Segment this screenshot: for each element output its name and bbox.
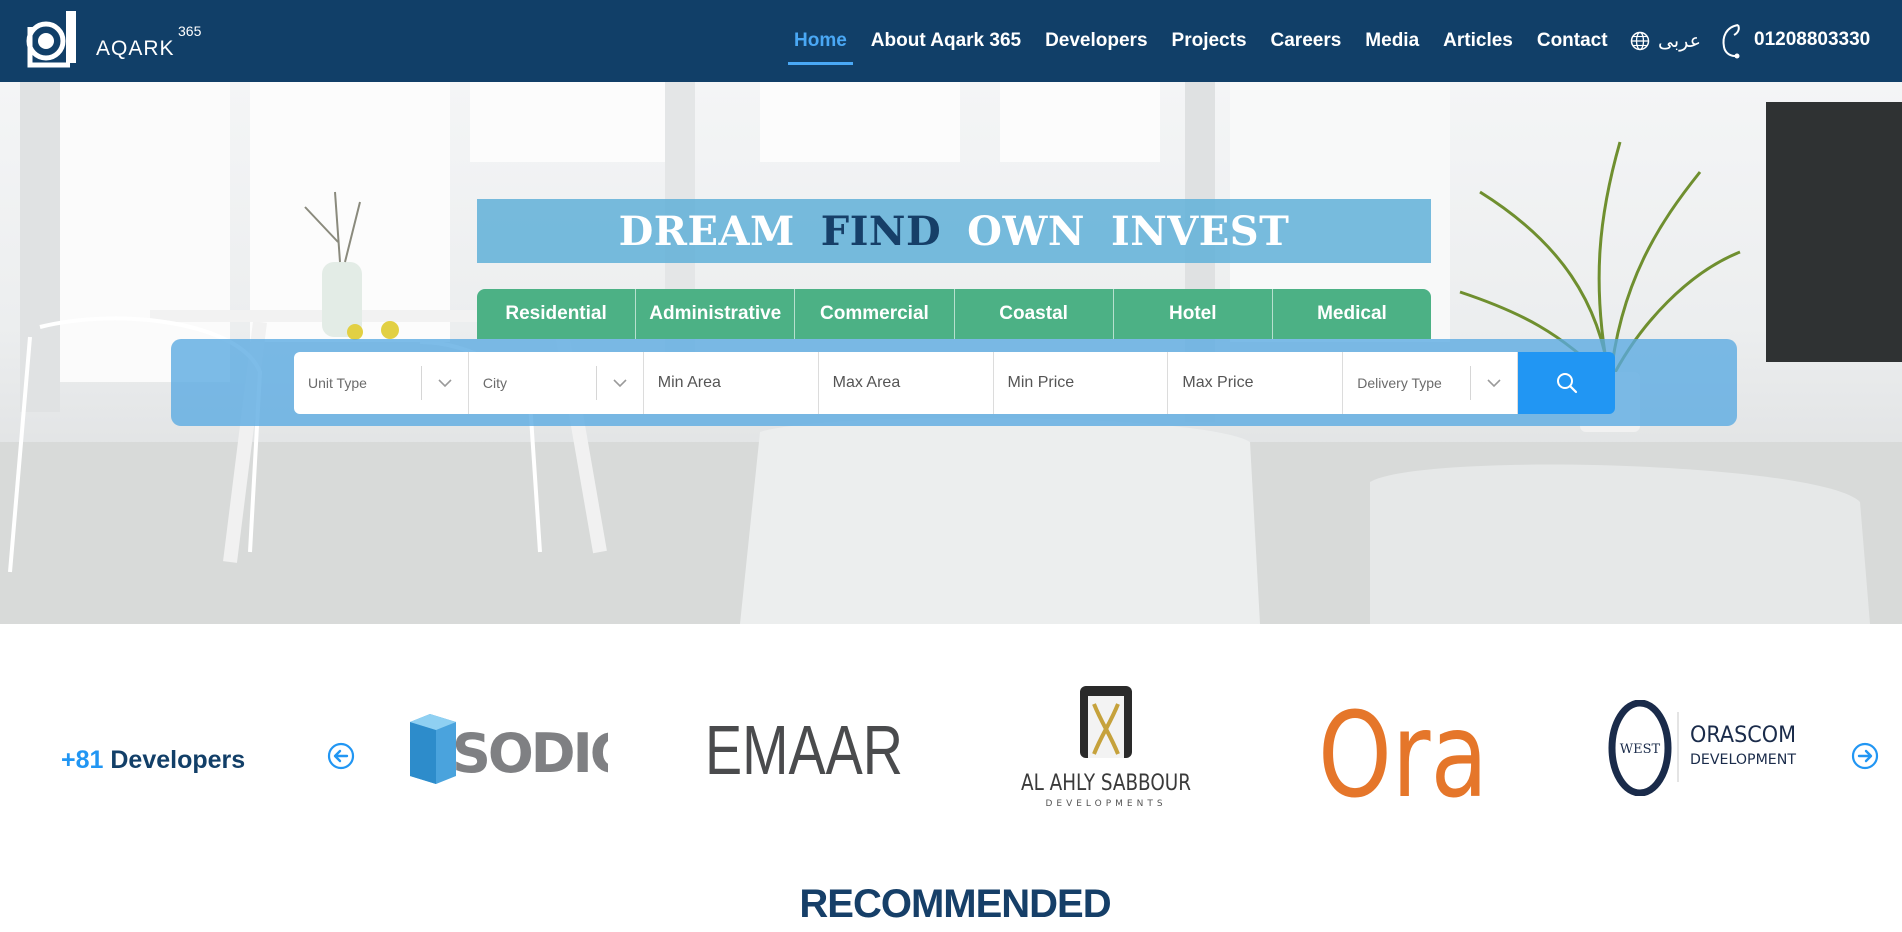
site-logo[interactable]: AQARK 365 xyxy=(24,7,214,71)
navbar: AQARK 365 Home About Aqark 365 Developer… xyxy=(0,0,1902,82)
delivery-type-select[interactable]: Delivery Type xyxy=(1343,352,1519,414)
city-select[interactable]: City xyxy=(468,352,644,414)
chevron-down-icon xyxy=(613,379,627,388)
al-ahly-sabbour-logo[interactable]: AL AHLY SABBOUR DEVELOPMENTS xyxy=(1018,684,1194,812)
orascom-development-text: DEVELOPMENT xyxy=(1690,752,1796,768)
tab-residential[interactable]: Residential xyxy=(477,289,637,339)
tab-commercial[interactable]: Commercial xyxy=(795,289,955,339)
nav-articles[interactable]: Articles xyxy=(1431,0,1525,82)
orascom-name-text: ORASCOM xyxy=(1690,723,1796,748)
headset-icon xyxy=(1722,24,1740,59)
hero-banner: DREAM FIND OWN INVEST xyxy=(477,199,1431,263)
select-separator xyxy=(420,366,422,400)
category-tabs: Residential Administrative Commercial Co… xyxy=(477,289,1431,339)
select-separator xyxy=(595,366,597,400)
logo-superscript: 365 xyxy=(178,23,202,39)
search-icon xyxy=(1556,373,1577,394)
language-switch[interactable]: عربى xyxy=(1630,28,1701,54)
tab-hotel[interactable]: Hotel xyxy=(1114,289,1273,339)
globe-icon xyxy=(1630,31,1650,51)
al-ahly-sabbour-subtext: DEVELOPMENTS xyxy=(1045,799,1166,809)
al-ahly-sabbour-text: AL AHLY SABBOUR xyxy=(1021,771,1191,796)
delivery-type-label: Delivery Type xyxy=(1357,375,1442,391)
logo-icon xyxy=(26,11,76,68)
ora-logo-text: Ora xyxy=(1318,692,1488,804)
banner-word-dream: DREAM xyxy=(618,207,795,255)
emaar-logo-text: EMAAR xyxy=(705,711,903,789)
sodic-logo[interactable]: SODIC xyxy=(408,712,608,786)
logo-text: AQARK xyxy=(96,37,175,60)
nav-media[interactable]: Media xyxy=(1353,0,1431,82)
city-label: City xyxy=(482,375,507,391)
language-label: عربى xyxy=(1658,30,1701,52)
emaar-logo[interactable]: EMAAR xyxy=(705,710,905,790)
banner-word-find: FIND xyxy=(820,207,942,255)
min-area-input[interactable]: Min Area xyxy=(643,352,819,414)
nav-home[interactable]: Home xyxy=(782,0,859,82)
tab-medical[interactable]: Medical xyxy=(1273,289,1431,339)
select-separator xyxy=(1470,366,1472,400)
min-price-input[interactable]: Min Price xyxy=(993,352,1169,414)
search-button[interactable] xyxy=(1518,352,1616,414)
chevron-down-icon xyxy=(438,379,452,388)
tab-administrative[interactable]: Administrative xyxy=(636,289,796,339)
recommended-heading: RECOMMENDED xyxy=(799,882,1111,926)
banner-word-invest: INVEST xyxy=(1110,207,1290,255)
banner-word-own: OWN xyxy=(967,207,1085,255)
nav-developers[interactable]: Developers xyxy=(1033,0,1159,82)
phone-contact[interactable]: 01208803330 xyxy=(1718,20,1870,60)
developers-count-number: +81 xyxy=(61,746,104,774)
chevron-down-icon xyxy=(1487,379,1501,388)
phone-number: 01208803330 xyxy=(1754,29,1871,50)
carousel-next-button[interactable] xyxy=(1851,742,1879,770)
nav-projects[interactable]: Projects xyxy=(1160,0,1259,82)
main-nav: Home About Aqark 365 Developers Projects… xyxy=(782,0,1620,82)
developers-count-label: Developers xyxy=(110,746,246,774)
tab-coastal[interactable]: Coastal xyxy=(955,289,1114,339)
unit-type-label: Unit Type xyxy=(308,375,367,391)
orascom-west-text: WEST xyxy=(1620,742,1661,757)
nav-careers[interactable]: Careers xyxy=(1259,0,1354,82)
sodic-logo-text: SODIC xyxy=(452,722,608,785)
nav-contact[interactable]: Contact xyxy=(1525,0,1620,82)
carousel-prev-button[interactable] xyxy=(327,742,355,770)
max-price-input[interactable]: Max Price xyxy=(1168,352,1344,414)
ora-logo[interactable]: Ora xyxy=(1316,692,1491,804)
hero-section: DREAM FIND OWN INVEST Residential Admini… xyxy=(0,82,1902,624)
developers-count: +81 Developers xyxy=(61,746,245,775)
search-bar: Unit Type City Min Area Max Area Min Pri… xyxy=(294,352,1616,414)
unit-type-select[interactable]: Unit Type xyxy=(294,352,469,414)
orascom-logo[interactable]: WEST ORASCOM DEVELOPMENT xyxy=(1606,700,1802,796)
nav-about[interactable]: About Aqark 365 xyxy=(859,0,1033,82)
max-area-input[interactable]: Max Area xyxy=(818,352,994,414)
